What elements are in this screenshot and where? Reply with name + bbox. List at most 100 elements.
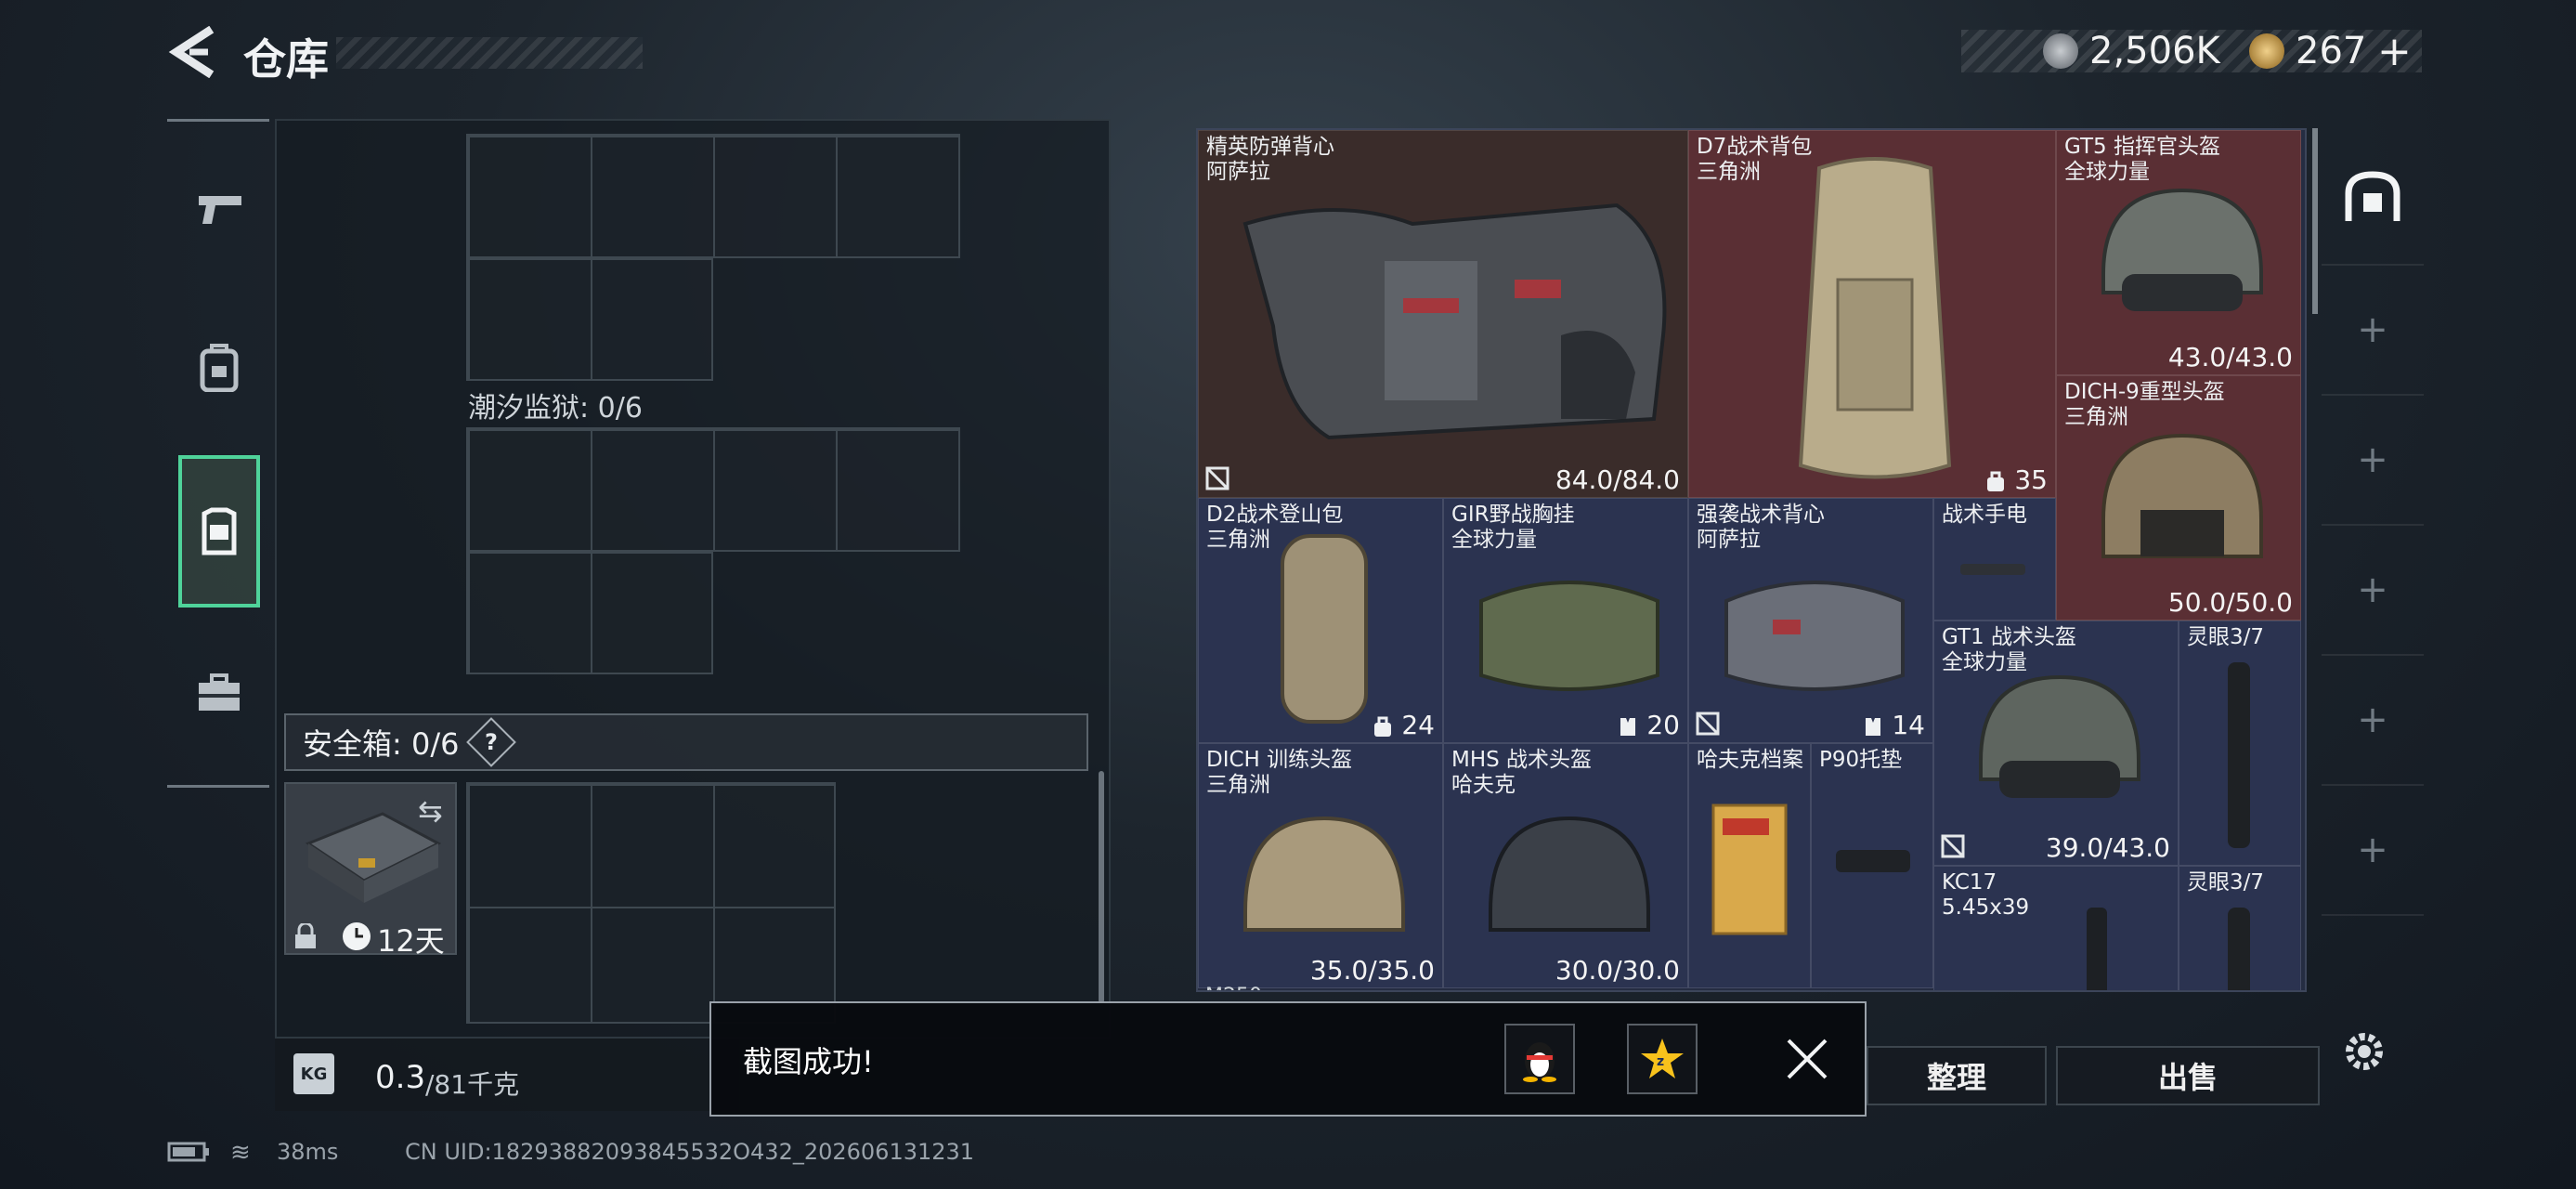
storage-grid-row-1[interactable]	[466, 134, 960, 258]
item-name: GIR野战胸挂 全球力量	[1451, 503, 1575, 552]
item-cut-label: M250	[1205, 985, 1262, 990]
item-d7-backpack[interactable]: D7战术背包 三角洲 35	[1688, 130, 2056, 498]
item-flashlight[interactable]: 战术手电	[1933, 498, 2056, 621]
svg-text:z: z	[1657, 1054, 1664, 1069]
item-durability: 84.0/84.0	[1555, 464, 1680, 495]
safe-case-slot[interactable]: ⇆ 12天	[284, 782, 457, 959]
helmet-image	[2101, 433, 2263, 558]
item-capacity: 14	[1863, 710, 1925, 740]
nav-vest[interactable]	[178, 455, 260, 608]
home-container-icon	[2345, 171, 2400, 221]
rig-image	[1479, 581, 1659, 691]
item-durability: 30.0/30.0	[1555, 955, 1680, 986]
item-gir-rig[interactable]: GIR野战胸挂 全球力量 20	[1443, 498, 1688, 743]
storage-grid-row-2[interactable]	[466, 256, 713, 381]
battery-icon	[167, 1141, 210, 1163]
storage-grid-row-4[interactable]	[466, 550, 713, 674]
safe-case-days: 12天	[377, 923, 445, 959]
tab-home[interactable]	[2322, 130, 2424, 266]
safe-box-bar: 安全箱: 0/6 ?	[284, 713, 1088, 771]
item-name: 哈夫克档案	[1697, 748, 1803, 772]
inventory-scrollbar[interactable]	[2312, 128, 2318, 314]
item-durability: 50.0/50.0	[2167, 587, 2293, 618]
add-container-3[interactable]: +	[2322, 526, 2424, 656]
vest-image	[1242, 203, 1667, 440]
nav-weapons[interactable]	[173, 139, 266, 279]
inventory-grid: 精英防弹背心 阿萨拉 84.0/84.0 D7战术背包 三角洲 35 GT5 指挥官…	[1196, 128, 2307, 992]
toast-message: 截图成功!	[743, 1044, 874, 1079]
no-insure-icon	[1205, 466, 1229, 490]
item-durability: 35.0/35.0	[1309, 955, 1435, 986]
pad-image	[1836, 850, 1910, 872]
help-button[interactable]: ?	[466, 717, 517, 767]
vest-icon	[202, 507, 237, 555]
storage-scrollbar[interactable]	[1099, 771, 1104, 1003]
help-icon: ?	[485, 728, 499, 755]
nav-toolbox[interactable]	[173, 622, 266, 762]
item-name: 强袭战术背心 阿萨拉	[1697, 503, 1825, 552]
pack-image	[1281, 534, 1368, 724]
sell-button[interactable]: 出售	[2056, 1046, 2320, 1105]
vest-image	[1724, 581, 1905, 691]
helmet-image	[1243, 816, 1405, 932]
ping-display: 38ms	[277, 1139, 339, 1165]
item-durability: 43.0/43.0	[2167, 342, 2293, 372]
item-name: 战术手电	[1942, 503, 2027, 527]
item-dich-train-helmet[interactable]: DICH 训练头盔 三角洲 35.0/35.0	[1198, 743, 1443, 988]
storage-grid-row-3[interactable]	[466, 427, 960, 552]
no-insure-icon	[1941, 834, 1965, 858]
share-qzone-button[interactable]: z	[1627, 1024, 1698, 1094]
add-currency-button[interactable]: +	[2377, 28, 2412, 75]
item-assault-vest[interactable]: 强袭战术背心 阿萨拉 14	[1688, 498, 1933, 743]
page-title: 仓库	[243, 34, 329, 85]
no-insure-icon	[1696, 712, 1720, 736]
item-p90-pad[interactable]: P90托垫	[1811, 743, 1933, 988]
safe-box-grid[interactable]	[466, 782, 836, 1024]
item-haavk-file[interactable]: 哈夫克档案	[1688, 743, 1811, 988]
backpack-icon	[200, 344, 239, 392]
item-dich9-helmet[interactable]: DICH-9重型头盔 三角洲 50.0/50.0	[2056, 375, 2301, 621]
close-toast-icon[interactable]	[1783, 1035, 1831, 1083]
weight-current: 0.3	[375, 1059, 426, 1096]
lock-icon	[293, 923, 318, 949]
scope-image	[2228, 908, 2250, 990]
back-arrow-icon[interactable]	[167, 26, 215, 78]
backpack-image	[1798, 157, 1952, 479]
item-elite-vest[interactable]: 精英防弹背心 阿萨拉 84.0/84.0	[1198, 130, 1688, 498]
item-gt1-helmet[interactable]: GT1 战术头盔 全球力量 39.0/43.0	[1933, 621, 2179, 866]
item-scope-1[interactable]: 灵眼3/7	[2179, 621, 2301, 866]
item-durability: 39.0/43.0	[2045, 832, 2170, 863]
item-gt5-helmet[interactable]: GT5 指挥官头盔 全球力量 43.0/43.0	[2056, 130, 2301, 375]
gold-coin-icon	[2249, 33, 2284, 69]
item-name: 精英防弹背心 阿萨拉	[1206, 135, 1334, 184]
share-qq-button[interactable]	[1504, 1024, 1575, 1094]
helmet-image	[1979, 674, 2140, 798]
settings-gear-icon[interactable]	[2340, 1027, 2388, 1076]
pistol-icon	[199, 196, 241, 224]
swap-icon[interactable]: ⇆	[418, 793, 443, 829]
add-container-4[interactable]: +	[2322, 656, 2424, 786]
nav-backpack[interactable]	[173, 297, 266, 437]
helmet-image	[2101, 188, 2263, 311]
item-name: MHS 战术头盔 哈夫克	[1451, 748, 1593, 797]
add-container-1[interactable]: +	[2322, 266, 2424, 396]
flashlight-image	[1960, 564, 2025, 575]
arrange-button[interactable]: 整理	[1867, 1046, 2047, 1105]
qq-penguin-icon	[1523, 1042, 1556, 1082]
item-scope-2[interactable]: 灵眼3/7	[2179, 866, 2301, 990]
item-name: 灵眼3/7	[2187, 625, 2265, 649]
item-name: KC17 5.45x39	[1942, 870, 2030, 920]
add-container-5[interactable]: +	[2322, 786, 2424, 916]
add-container-2[interactable]: +	[2322, 396, 2424, 526]
currency-primary: 2,506K	[2089, 30, 2220, 72]
item-kc17[interactable]: KC17 5.45x39	[1933, 866, 2179, 990]
case-icon	[199, 673, 240, 711]
file-image	[1711, 804, 1788, 935]
title-decoration	[336, 37, 643, 69]
qzone-star-icon: z	[1641, 1039, 1684, 1078]
item-mhs-helmet[interactable]: MHS 战术头盔 哈夫克 30.0/30.0	[1443, 743, 1688, 988]
item-d2-pack[interactable]: D2战术登山包 三角洲 24	[1198, 498, 1443, 743]
wifi-icon: ≋	[230, 1139, 251, 1167]
uid-display: CN UID:18293882093845532O432_20260613123…	[405, 1139, 975, 1165]
bag-icon	[1374, 716, 1392, 737]
